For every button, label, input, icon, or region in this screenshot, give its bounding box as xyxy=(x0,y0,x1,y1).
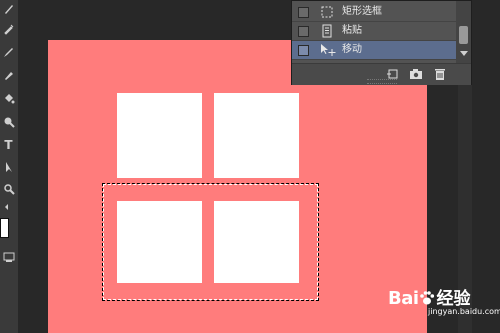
eyedropper-icon[interactable] xyxy=(1,22,16,37)
scroll-down-arrow-icon[interactable] xyxy=(460,51,468,56)
watermark-url: jingyan.baidu.com xyxy=(428,307,500,316)
history-item[interactable]: 粘贴 xyxy=(292,22,456,41)
history-checkbox[interactable] xyxy=(298,26,309,37)
history-checkbox[interactable] xyxy=(298,45,309,56)
white-square-top-left xyxy=(117,93,202,178)
watermark: Bai 经验 jingyan.baidu.com xyxy=(388,284,500,316)
type-tool[interactable]: T xyxy=(1,138,16,153)
dodge-icon[interactable] xyxy=(1,115,16,130)
history-item-label: 移动 xyxy=(342,44,362,55)
delete-icon[interactable] xyxy=(433,67,447,81)
watermark-text: 经验 xyxy=(436,289,471,309)
tools-panel: T xyxy=(0,0,19,333)
history-item-selected[interactable]: 移动 xyxy=(292,41,456,60)
foreground-color-swatch[interactable] xyxy=(0,218,9,238)
pencil-icon[interactable] xyxy=(1,45,16,60)
history-panel-footer xyxy=(292,63,471,85)
brush-icon[interactable] xyxy=(1,2,16,17)
new-snapshot-icon[interactable] xyxy=(409,67,423,81)
paste-document-icon xyxy=(320,24,334,38)
history-item-label: 粘贴 xyxy=(342,25,362,36)
panel-resize-grip[interactable] xyxy=(367,79,397,84)
white-square-top-right xyxy=(214,93,299,178)
paint-bucket-icon[interactable] xyxy=(1,92,16,107)
scroll-thumb[interactable] xyxy=(459,26,468,44)
history-checkbox[interactable] xyxy=(298,7,309,18)
move-tool-icon xyxy=(320,43,336,57)
history-panel: 矩形选框 粘贴 移动 xyxy=(291,0,472,85)
selection-marquee[interactable] xyxy=(102,183,319,301)
path-selection-icon[interactable] xyxy=(1,160,16,175)
history-item[interactable]: 矩形选框 xyxy=(292,3,456,22)
history-scrollbar[interactable] xyxy=(456,1,471,63)
zoom-icon[interactable] xyxy=(1,182,16,197)
history-brush-icon[interactable] xyxy=(1,68,16,83)
watermark-logo: Bai xyxy=(388,288,419,309)
type-icon: T xyxy=(4,138,13,152)
screen-mode-icon[interactable] xyxy=(1,250,16,265)
hand-icon[interactable] xyxy=(1,200,16,215)
history-item-label: 矩形选框 xyxy=(342,6,382,17)
rectangular-marquee-icon xyxy=(320,5,334,19)
paw-icon xyxy=(419,291,434,305)
